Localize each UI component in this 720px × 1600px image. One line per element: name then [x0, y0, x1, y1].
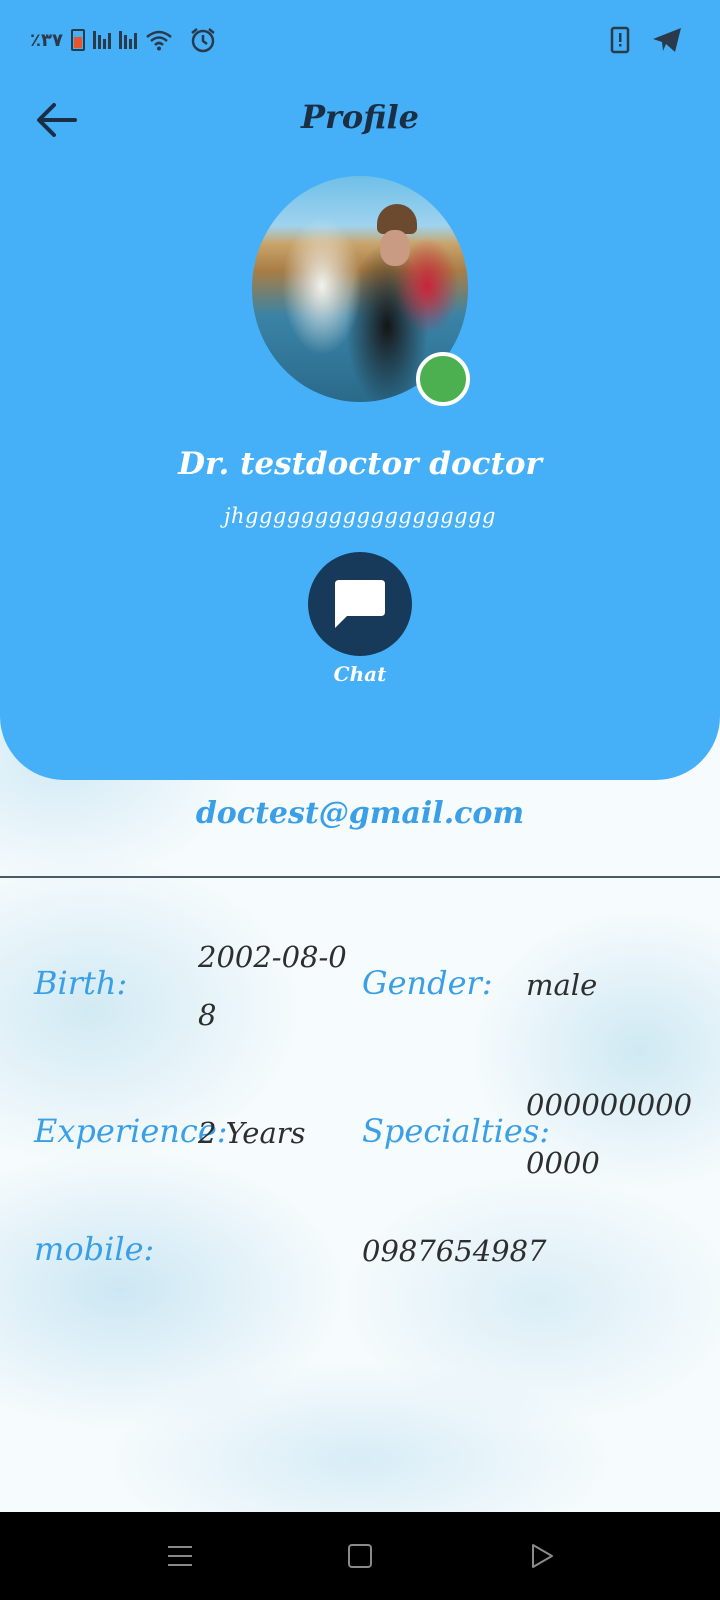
mobile-value: 0987654987: [362, 1234, 547, 1268]
navigation-bar: [0, 1512, 720, 1600]
signal-icon: [92, 31, 111, 49]
gender-value: male: [526, 968, 598, 1002]
telegram-icon: [653, 28, 681, 52]
home-square-icon: [348, 1544, 372, 1568]
wifi-icon: [146, 30, 172, 51]
home-button[interactable]: [334, 1530, 386, 1582]
back-nav-button[interactable]: [516, 1530, 568, 1582]
birth-label: Birth:: [34, 964, 128, 1002]
birth-value: 2002-08-08: [198, 940, 347, 1032]
experience-value: 2 Years: [198, 1116, 306, 1150]
back-triangle-icon: [532, 1544, 553, 1568]
phone-alert-icon: [610, 26, 630, 54]
specialties-label: Specialties:: [362, 1112, 551, 1150]
battery-percent: ٪۳۷: [30, 29, 63, 51]
specialties-value: 0000000000000: [526, 1088, 693, 1180]
avatar-detail: [380, 230, 410, 266]
page-title: Profile: [300, 98, 420, 136]
divider: [0, 876, 720, 878]
doctor-bio: jhgggggggggggggggggg: [223, 504, 496, 528]
menu-button[interactable]: [154, 1530, 206, 1582]
status-bar-right: [610, 24, 682, 56]
status-bar-left: ٪۳۷: [30, 26, 217, 54]
gender-label: Gender:: [362, 964, 493, 1002]
chat-bubble-icon: [335, 580, 385, 628]
signal-icon: [118, 31, 137, 49]
chat-label: Chat: [333, 662, 387, 686]
chat-button[interactable]: [308, 552, 412, 656]
battery-icon: [70, 29, 85, 51]
menu-icon: [168, 1546, 192, 1566]
alarm-icon: [191, 28, 215, 53]
doctor-name: Dr. testdoctor doctor: [178, 446, 542, 482]
online-status-indicator: [416, 352, 470, 406]
email-link[interactable]: doctest@gmail.com: [0, 796, 720, 831]
mobile-label: mobile:: [34, 1230, 155, 1268]
